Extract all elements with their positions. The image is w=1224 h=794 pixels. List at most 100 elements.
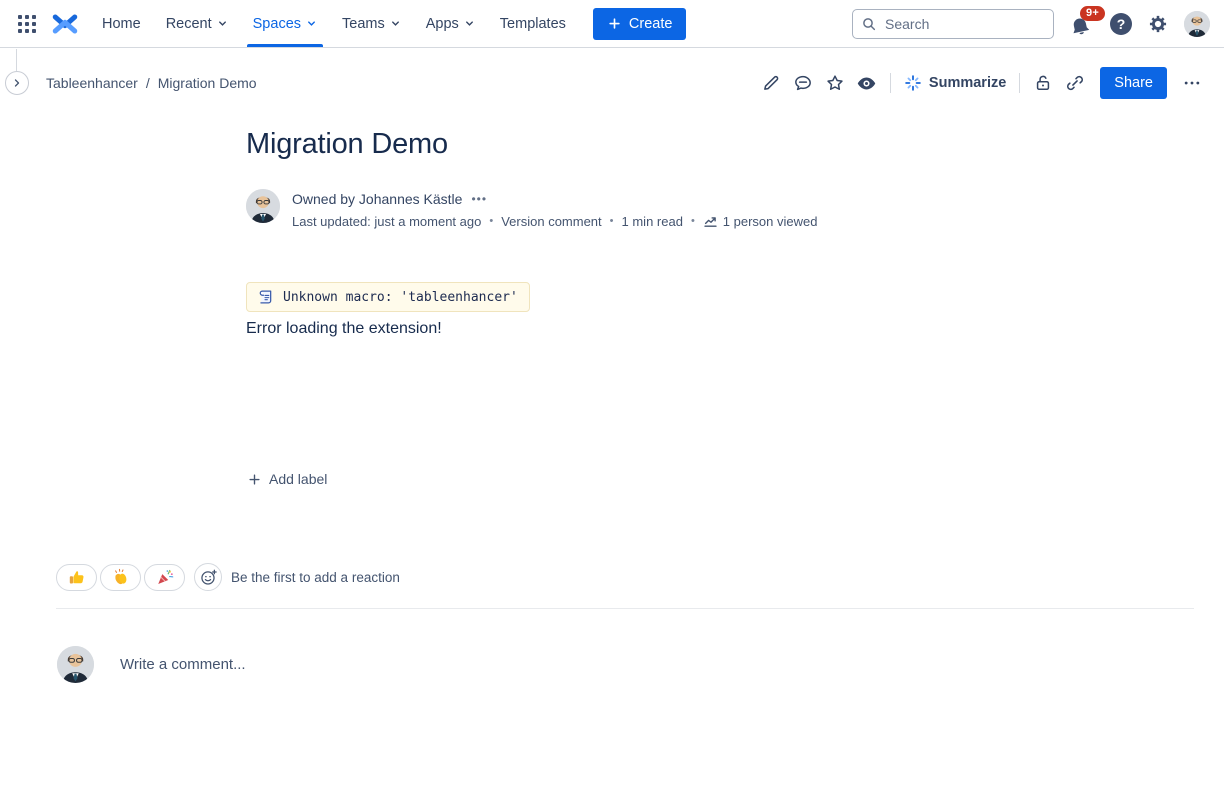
page-actions: Summarize Share [755, 63, 1208, 103]
comment-button[interactable] [787, 67, 819, 99]
eye-icon [856, 73, 877, 94]
add-reaction-button[interactable] [194, 563, 222, 591]
breadcrumb: Tableenhancer / Migration Demo [46, 63, 257, 103]
add-label-text: Add label [269, 471, 327, 487]
star-button[interactable] [819, 67, 851, 99]
nav-recent[interactable]: Recent [164, 0, 230, 47]
nav-templates-label: Templates [500, 16, 566, 32]
nav-spaces-label: Spaces [253, 16, 301, 32]
add-label-button[interactable]: Add label [247, 471, 327, 487]
nav-recent-label: Recent [166, 16, 212, 32]
gear-icon [1147, 13, 1169, 35]
reaction-clap-button[interactable] [100, 564, 141, 591]
help-button[interactable]: ? [1110, 13, 1132, 35]
breadcrumb-space-link[interactable]: Tableenhancer [46, 75, 138, 91]
breadcrumb-page-link[interactable]: Migration Demo [158, 75, 257, 91]
scroll-icon [256, 288, 274, 306]
watch-button[interactable] [851, 67, 883, 99]
byline-text: Owned by Johannes Kästle ••• Last update… [292, 189, 817, 230]
byline-dot: • [610, 215, 614, 227]
share-label: Share [1114, 75, 1153, 91]
ellipsis-icon [1182, 73, 1202, 93]
reaction-party-button[interactable] [144, 564, 185, 591]
breadcrumb-row: Tableenhancer / Migration Demo [0, 63, 1224, 103]
owner-link[interactable]: Owned by Johannes Kästle [292, 191, 462, 207]
summarize-button[interactable]: Summarize [898, 67, 1012, 99]
search-icon [861, 16, 877, 32]
reaction-hint-text: Be the first to add a reaction [231, 570, 400, 585]
create-button-label: Create [629, 16, 673, 32]
chevron-down-icon [390, 18, 401, 29]
nav-home[interactable]: Home [100, 0, 143, 47]
nav-home-label: Home [102, 16, 141, 32]
user-avatar[interactable] [1184, 11, 1210, 37]
chevron-down-icon [306, 18, 317, 29]
owner-avatar[interactable] [246, 189, 280, 223]
nav-teams-label: Teams [342, 16, 385, 32]
sparkle-icon [904, 74, 922, 92]
app-switcher-icon[interactable] [16, 13, 38, 35]
comment-editor[interactable]: Write a comment... [57, 646, 246, 683]
byline-dot: • [489, 215, 493, 227]
edit-button[interactable] [755, 67, 787, 99]
reactions-bar: Be the first to add a reaction [56, 563, 400, 591]
copy-link-button[interactable] [1059, 67, 1091, 99]
notifications-badge: 9+ [1080, 6, 1105, 21]
read-time: 1 min read [622, 214, 683, 229]
actions-divider [890, 73, 891, 93]
version-comment-link[interactable]: Version comment [501, 214, 601, 229]
views-link[interactable]: 1 person viewed [703, 214, 818, 229]
current-user-avatar [57, 646, 94, 683]
unlock-icon [1033, 73, 1053, 93]
nav-templates[interactable]: Templates [498, 0, 568, 47]
party-popper-emoji-icon [156, 568, 174, 586]
nav-apps[interactable]: Apps [424, 0, 477, 47]
clapping-hands-emoji-icon [112, 568, 130, 586]
nav-teams[interactable]: Teams [340, 0, 403, 47]
actions-divider [1019, 73, 1020, 93]
share-button[interactable]: Share [1100, 67, 1167, 99]
more-actions-button[interactable] [1176, 67, 1208, 99]
chevron-right-icon [11, 77, 23, 89]
error-message: Error loading the extension! [246, 320, 442, 338]
page-title: Migration Demo [246, 128, 448, 161]
notifications-button[interactable]: 9+ [1069, 10, 1095, 38]
star-icon [825, 73, 845, 93]
plus-icon [247, 472, 262, 487]
primary-nav: Home Recent Spaces Teams Apps Templates [100, 0, 589, 47]
smiley-plus-icon [199, 568, 218, 587]
reaction-thumbs-up-button[interactable] [56, 564, 97, 591]
summarize-label: Summarize [929, 75, 1006, 91]
byline-more-button[interactable]: ••• [471, 192, 487, 206]
pencil-icon [761, 73, 781, 93]
topnav-right-cluster: 9+ ? [852, 9, 1210, 39]
create-button[interactable]: Create [593, 8, 687, 40]
question-mark-icon: ? [1117, 16, 1126, 32]
link-icon [1065, 73, 1085, 93]
macro-placeholder-text: Unknown macro: 'tableenhancer' [283, 290, 518, 305]
analytics-chart-icon [703, 214, 718, 229]
search-input[interactable] [852, 9, 1054, 39]
last-updated: Last updated: just a moment ago [292, 214, 481, 229]
byline-dot: • [691, 215, 695, 227]
views-count: 1 person viewed [723, 214, 818, 229]
plus-icon [607, 16, 622, 31]
nav-spaces[interactable]: Spaces [251, 0, 319, 47]
restrictions-button[interactable] [1027, 67, 1059, 99]
settings-button[interactable] [1147, 13, 1169, 35]
comment-placeholder-text: Write a comment... [120, 656, 246, 673]
chevron-down-icon [217, 18, 228, 29]
unknown-macro-placeholder[interactable]: Unknown macro: 'tableenhancer' [246, 282, 530, 312]
breadcrumb-separator: / [146, 75, 150, 91]
content-footer-divider [56, 608, 1194, 609]
global-search [852, 9, 1054, 39]
byline: Owned by Johannes Kästle ••• Last update… [246, 189, 817, 230]
chevron-down-icon [464, 18, 475, 29]
top-navigation-bar: Home Recent Spaces Teams Apps Templates [0, 0, 1224, 48]
expand-sidebar-button[interactable] [5, 71, 29, 95]
nav-apps-label: Apps [426, 16, 459, 32]
sidebar-divider [16, 49, 17, 71]
confluence-logo-icon[interactable] [52, 11, 78, 37]
confluence-page: Home Recent Spaces Teams Apps Templates [0, 0, 1224, 794]
thumbs-up-emoji-icon [68, 568, 86, 586]
